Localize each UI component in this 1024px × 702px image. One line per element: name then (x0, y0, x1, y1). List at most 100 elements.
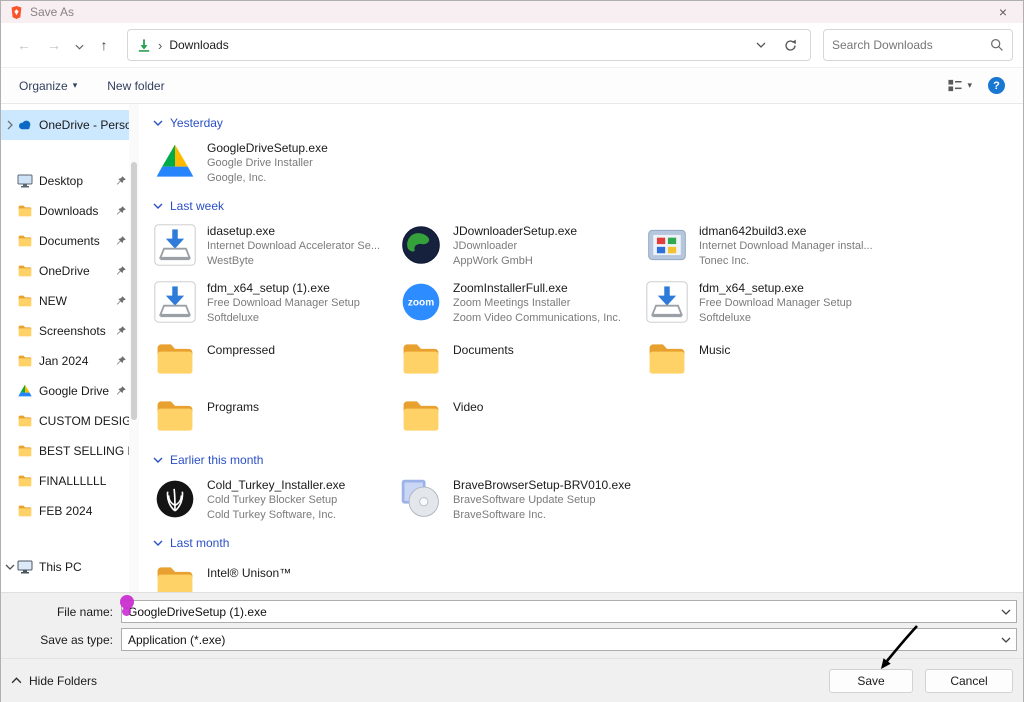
organize-label: Organize (19, 79, 68, 93)
sidebar-item-custom-desigi[interactable]: CUSTOM DESIGI (1, 406, 129, 436)
globe-icon (399, 223, 443, 267)
chevron-down-icon (153, 540, 163, 546)
up-button[interactable]: ↑ (91, 37, 117, 53)
save-as-type-select[interactable]: Application (*.exe) (121, 628, 1017, 651)
group-header-last-month[interactable]: Last month (153, 536, 1017, 550)
svg-text:zoom: zoom (408, 298, 434, 309)
command-toolbar: Organize ▾ New folder ▾ ? (1, 67, 1023, 104)
address-bar[interactable]: › Downloads (127, 29, 811, 61)
file-group-grid: GoogleDriveSetup.exeGoogle Drive Install… (153, 140, 1017, 187)
file-group-grid: idasetup.exeInternet Download Accelerato… (153, 223, 1017, 441)
file-name: GoogleDriveSetup.exe (207, 141, 328, 156)
installer-icon (153, 223, 197, 267)
downloads-icon (137, 38, 151, 53)
sidebar-item-downloads[interactable]: Downloads (1, 196, 129, 226)
folder-icon (16, 293, 34, 310)
views-button[interactable]: ▾ (947, 78, 972, 93)
forward-button[interactable]: → (41, 37, 67, 53)
file-publisher: WestByte (207, 254, 380, 269)
chevron-right-icon[interactable] (3, 120, 16, 130)
sidebar-item-this-pc[interactable]: This PC (1, 552, 129, 582)
chevron-down-icon[interactable] (996, 609, 1016, 615)
file-description: Cold Turkey Blocker Setup (207, 493, 345, 508)
file-item-bravebrowsersetup-brv010-exe[interactable]: BraveBrowserSetup-BRV010.exeBraveSoftwar… (399, 477, 645, 524)
zoom-icon: zoom (399, 280, 443, 324)
back-button[interactable]: ← (11, 37, 37, 53)
file-item-documents[interactable]: Documents (399, 337, 645, 384)
file-name: idasetup.exe (207, 224, 380, 239)
window-title: Save As (30, 5, 74, 19)
refresh-icon[interactable] (779, 39, 801, 52)
idm-icon (645, 223, 689, 267)
file-item-cold-turkey-installer-exe[interactable]: Cold_Turkey_Installer.exeCold Turkey Blo… (153, 477, 399, 524)
address-dropdown-chevron-icon[interactable] (750, 42, 772, 48)
file-item-googledrivesetup-exe[interactable]: GoogleDriveSetup.exeGoogle Drive Install… (153, 140, 399, 187)
file-item-intel-unison[interactable]: Intel® Unison™ (153, 560, 399, 592)
file-name-input[interactable] (122, 605, 996, 619)
search-box[interactable] (823, 29, 1013, 61)
sidebar-item-jan-2024[interactable]: Jan 2024 (1, 346, 129, 376)
group-header-last-week[interactable]: Last week (153, 199, 1017, 213)
pin-icon (113, 325, 128, 337)
save-as-type-label: Save as type: (5, 633, 121, 647)
file-publisher: BraveSoftware Inc. (453, 508, 631, 523)
file-item-idasetup-exe[interactable]: idasetup.exeInternet Download Accelerato… (153, 223, 399, 270)
file-item-idman642build3-exe[interactable]: idman642build3.exeInternet Download Mana… (645, 223, 891, 270)
sidebar-item-onedrive[interactable]: OneDrive (1, 256, 129, 286)
hide-folders-button[interactable]: Hide Folders (11, 674, 97, 688)
help-button[interactable]: ? (988, 77, 1005, 94)
file-item-fdm-x64-setup-1-exe[interactable]: fdm_x64_setup (1).exeFree Download Manag… (153, 280, 399, 327)
sidebar-item-screenshots[interactable]: Screenshots (1, 316, 129, 346)
file-description: Free Download Manager Setup (207, 296, 360, 311)
sidebar-item-onedrive-perso[interactable]: OneDrive - Perso (1, 110, 129, 140)
coldturkey-icon (153, 477, 197, 521)
file-item-zoominstallerfull-exe[interactable]: zoomZoomInstallerFull.exeZoom Meetings I… (399, 280, 645, 327)
footer: File name: Save as type: Application (*.… (1, 592, 1023, 702)
recent-locations-chevron-icon[interactable] (71, 37, 87, 53)
sidebar-item-documents[interactable]: Documents (1, 226, 129, 256)
folder-icon (16, 413, 34, 430)
chevron-down-icon[interactable] (3, 564, 16, 570)
file-publisher: AppWork GmbH (453, 254, 577, 269)
button-bar: Hide Folders Save Cancel (1, 658, 1023, 702)
file-item-programs[interactable]: Programs (153, 394, 399, 441)
file-item-video[interactable]: Video (399, 394, 645, 441)
file-item-compressed[interactable]: Compressed (153, 337, 399, 384)
organize-button[interactable]: Organize ▾ (19, 79, 77, 93)
file-item-music[interactable]: Music (645, 337, 891, 384)
group-header-yesterday[interactable]: Yesterday (153, 116, 1017, 130)
new-folder-label: New folder (107, 79, 164, 93)
file-item-jdownloadersetup-exe[interactable]: JDownloaderSetup.exeJDownloaderAppWork G… (399, 223, 645, 270)
folder-icon (153, 394, 197, 438)
sidebar-item-new[interactable]: NEW (1, 286, 129, 316)
cancel-button[interactable]: Cancel (925, 669, 1013, 693)
sidebar-scrollbar[interactable] (129, 104, 139, 592)
gdrive-icon (153, 140, 197, 184)
caret-down-icon: ▾ (73, 80, 78, 91)
sidebar-item-best-selling-d[interactable]: BEST SELLING D (1, 436, 129, 466)
sidebar-item-feb-2024[interactable]: FEB 2024 (1, 496, 129, 526)
breadcrumb-downloads[interactable]: Downloads (169, 38, 228, 52)
file-name: Documents (453, 343, 514, 358)
pin-icon (113, 235, 128, 247)
scrollbar-thumb[interactable] (131, 162, 137, 420)
file-name-label: File name: (5, 605, 121, 619)
close-icon[interactable]: × (992, 4, 1014, 20)
file-item-fdm-x64-setup-exe[interactable]: fdm_x64_setup.exeFree Download Manager S… (645, 280, 891, 327)
sidebar-item-google-drive[interactable]: Google Drive (1, 376, 129, 406)
file-publisher: Softdeluxe (699, 311, 852, 326)
sidebar-item-finallllll[interactable]: FINALLLLLL (1, 466, 129, 496)
save-button[interactable]: Save (829, 669, 913, 693)
file-name-combobox[interactable] (121, 600, 1017, 623)
file-name: JDownloaderSetup.exe (453, 224, 577, 239)
sidebar-item-label: OneDrive - Perso (39, 118, 129, 132)
file-description: BraveSoftware Update Setup (453, 493, 631, 508)
group-header-earlier-this-month[interactable]: Earlier this month (153, 453, 1017, 467)
navigation-pane: OneDrive - Perso DesktopDownloadsDocument… (1, 104, 129, 592)
chevron-down-icon[interactable] (996, 637, 1016, 643)
installer-icon (645, 280, 689, 324)
group-label: Yesterday (170, 116, 223, 130)
search-input[interactable] (832, 38, 990, 52)
new-folder-button[interactable]: New folder (107, 79, 164, 93)
sidebar-item-desktop[interactable]: Desktop (1, 166, 129, 196)
